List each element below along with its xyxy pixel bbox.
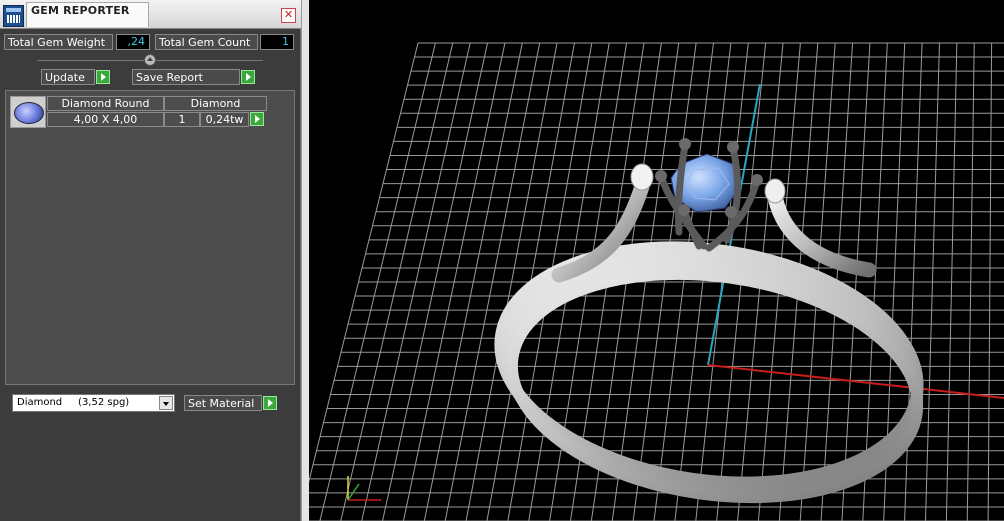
- chevron-down-icon[interactable]: [159, 396, 173, 410]
- ring-shank: [494, 163, 924, 504]
- viewport-scene: [309, 42, 1004, 521]
- save-report-button[interactable]: Save Report: [132, 69, 240, 85]
- gem-name-cell: Diamond Round: [47, 96, 164, 111]
- gem-count-cell: 1: [164, 112, 200, 127]
- material-select[interactable]: Diamond (3,52 spg): [12, 394, 175, 412]
- title-bar: GEM REPORTER ✕: [0, 0, 301, 29]
- gem-type-cell: Diamond: [164, 96, 267, 111]
- total-gem-count-value: 1: [260, 34, 294, 50]
- panel-divider[interactable]: [301, 0, 309, 521]
- gem-row-run-icon[interactable]: [250, 112, 264, 126]
- round-gem-icon: [14, 102, 44, 124]
- gem-list: [5, 90, 295, 385]
- gem-weight-cell: 0,24tw: [200, 112, 249, 127]
- collapse-knob-icon[interactable]: [144, 54, 156, 66]
- material-select-value: Diamond (3,52 spg): [17, 397, 130, 408]
- total-gem-count-label: Total Gem Count: [155, 34, 258, 50]
- set-material-button[interactable]: Set Material: [184, 395, 262, 411]
- close-icon: ✕: [283, 8, 294, 21]
- x-axis-line: [707, 364, 1004, 399]
- total-gem-weight-label: Total Gem Weight: [4, 34, 113, 50]
- save-report-run-icon[interactable]: [241, 70, 255, 84]
- window-title: GEM REPORTER: [31, 4, 130, 17]
- gem-reporter-panel: GEM REPORTER ✕ Total Gem Weight ,24 Tota…: [0, 0, 301, 521]
- close-button[interactable]: ✕: [281, 8, 296, 23]
- gem-size-cell: 4,00 X 4,00: [47, 112, 164, 127]
- update-button[interactable]: Update: [41, 69, 95, 85]
- total-gem-weight-value: ,24: [116, 34, 150, 50]
- 3d-viewport[interactable]: [309, 0, 1004, 521]
- gem-thumbnail[interactable]: [10, 96, 46, 128]
- update-run-icon[interactable]: [96, 70, 110, 84]
- set-material-run-icon[interactable]: [263, 396, 277, 410]
- app-icon: [3, 5, 24, 27]
- axis-gizmo-icon: [347, 476, 381, 501]
